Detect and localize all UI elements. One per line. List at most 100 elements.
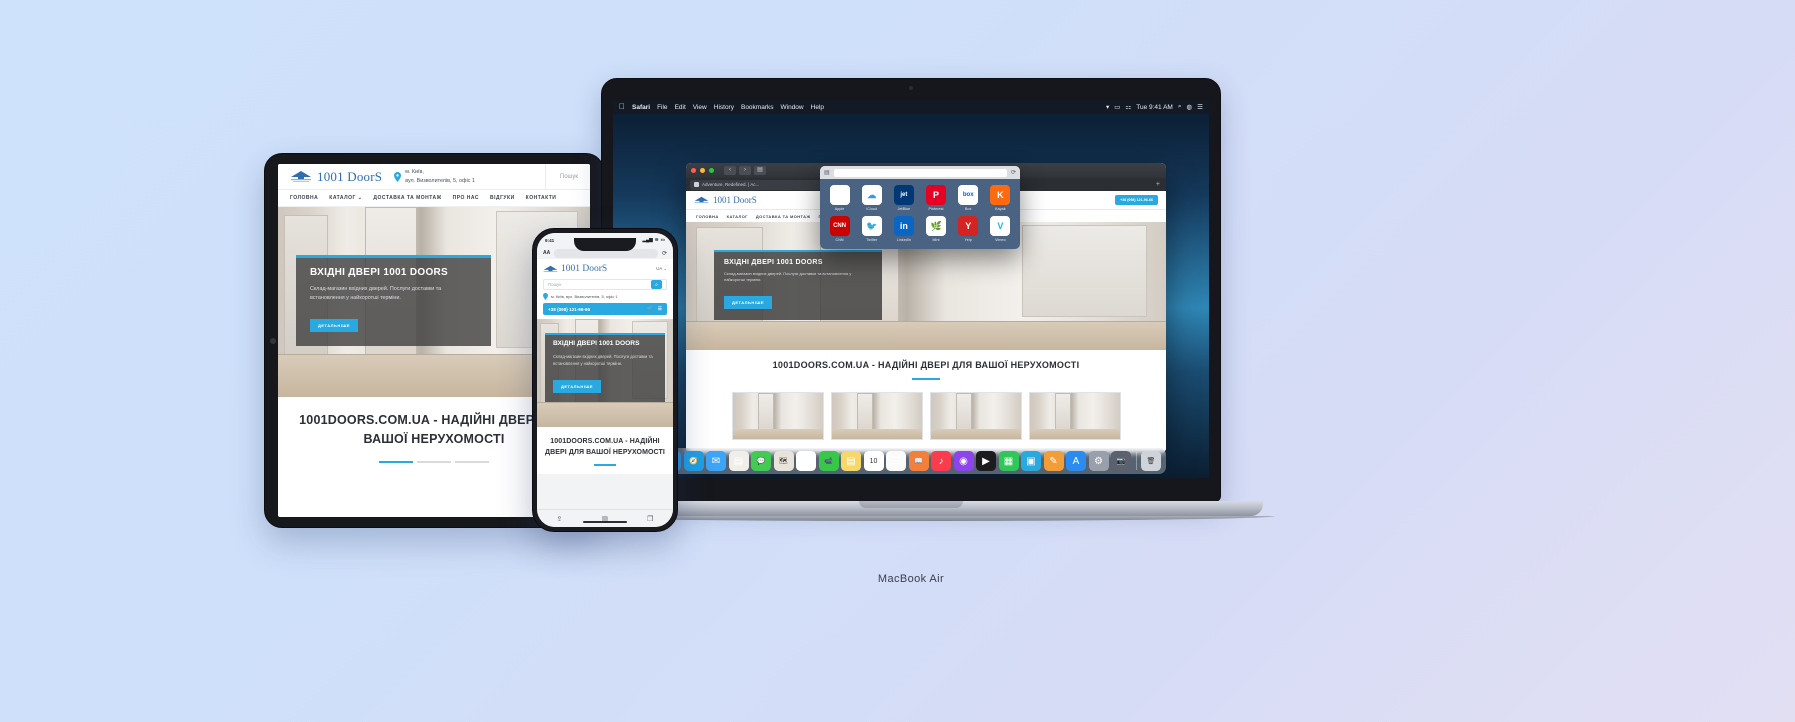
favorite-item[interactable]: K Kayak: [986, 185, 1015, 211]
hamburger-menu-icon[interactable]: ☰: [658, 306, 662, 312]
dock-icon-music[interactable]: ♪: [931, 451, 951, 471]
tablet-search-input[interactable]: Пошук: [544, 164, 578, 189]
phone-logo[interactable]: 1001 DoorS: [543, 264, 607, 274]
tablet-nav-item[interactable]: ДОСТАВКА ТА МОНТАЖ: [373, 195, 441, 201]
address-input[interactable]: [833, 168, 1007, 177]
carousel-dot[interactable]: [417, 460, 451, 463]
product-card[interactable]: [731, 392, 824, 441]
menu-item-bookmarks[interactable]: Bookmarks: [741, 104, 774, 111]
macos-dock: ☺🧭✉▤💬🗺❀📹▤10☰📖♪◉▶▦▣✎A⚙📷🗑: [656, 448, 1166, 474]
product-card[interactable]: [830, 392, 923, 441]
tablet-nav-item[interactable]: КОНТАКТИ: [526, 195, 557, 201]
mac-nav-item[interactable]: КАТАЛОГ: [727, 214, 748, 219]
phone-lang-selector[interactable]: UA ⌄: [656, 266, 667, 272]
favorite-item[interactable]: P Pinterest: [921, 185, 950, 211]
dock-icon-calendar[interactable]: 10: [863, 451, 884, 471]
favorite-item[interactable]: CNN CNN: [825, 216, 854, 242]
dock-icon-books[interactable]: 📖: [908, 451, 929, 471]
menu-item-edit[interactable]: Edit: [675, 104, 686, 111]
wifi-icon[interactable]: ▾: [1106, 103, 1109, 111]
favorite-item[interactable]: box Box: [954, 185, 983, 211]
phone-number-button[interactable]: +38 (098) 121-96-66: [548, 307, 590, 312]
dock-icon-tv[interactable]: ▶: [976, 451, 996, 471]
menu-item-window[interactable]: Window: [781, 104, 804, 111]
mac-nav-item[interactable]: ДОСТАВКА ТА МОНТАЖ: [756, 214, 811, 219]
menu-item-view[interactable]: View: [693, 104, 707, 111]
dock-icon-reminders[interactable]: ☰: [886, 451, 906, 471]
tablet-nav-item[interactable]: КАТАЛОГ ⌄: [329, 195, 362, 201]
favorite-item[interactable]: Y Yelp: [954, 216, 983, 242]
chevron-down-icon: ⌄: [357, 195, 363, 201]
battery-icon[interactable]: ▭: [1114, 103, 1120, 111]
safari-tab[interactable]: Adventure, Redefined. | Ac...: [690, 179, 820, 190]
forward-arrow-icon[interactable]: ›: [739, 166, 751, 175]
tablet-hero-button[interactable]: ДЕТАЛЬНІШЕ: [310, 318, 359, 332]
dock-icon-maps[interactable]: 🗺: [773, 451, 794, 471]
dock-icon-screenshot[interactable]: 📷: [1111, 451, 1131, 471]
dock-icon-trash[interactable]: 🗑: [1141, 451, 1161, 471]
dock-icon-numbers[interactable]: ▦: [998, 451, 1019, 471]
dock-icon-system-preferences[interactable]: ⚙: [1088, 451, 1109, 471]
dock-icon-photos[interactable]: ❀: [796, 451, 816, 471]
product-card[interactable]: [929, 392, 1022, 441]
dock-icon-messages[interactable]: 💬: [751, 451, 771, 471]
phone-search-input[interactable]: Пошук ⌕: [543, 279, 667, 290]
close-button[interactable]: [691, 168, 696, 173]
phone-hero-button[interactable]: ДЕТАЛЬНІШЕ: [553, 379, 602, 393]
favorites-address-bar: ▤ ⟳: [820, 166, 1020, 179]
carousel-dot[interactable]: [455, 460, 489, 463]
dock-icon-podcasts[interactable]: ◉: [953, 451, 974, 471]
refresh-icon[interactable]: ⟳: [1011, 169, 1016, 176]
dock-icon-contacts[interactable]: ▤: [728, 451, 749, 471]
dock-icon-keynote[interactable]: ▣: [1021, 451, 1041, 471]
tablet-nav-item[interactable]: ВІДГУКИ: [490, 195, 515, 201]
reload-icon[interactable]: ⟳: [662, 250, 667, 257]
phone-clock: 9:41: [545, 237, 555, 243]
zoom-button[interactable]: [709, 168, 714, 173]
sidebar-icon[interactable]: ▤: [754, 166, 766, 175]
favorite-item[interactable]: ☁ iCloud: [857, 185, 886, 211]
menubar-clock[interactable]: Tue 9:41 AM: [1136, 104, 1173, 111]
search-icon[interactable]: ⌕: [651, 280, 662, 289]
sidebar-icon[interactable]: ▤: [824, 169, 830, 176]
spotlight-search-icon[interactable]: ⌕: [1178, 103, 1182, 111]
plus-icon[interactable]: +: [1156, 181, 1162, 188]
mac-site-phone-button[interactable]: +38 (098) 121-96-66: [1115, 195, 1158, 205]
favorite-tile-icon: jet: [893, 185, 914, 205]
tablet-logo[interactable]: 1001 DoorS: [290, 169, 382, 185]
tablet-nav-item[interactable]: ПРО НАС: [453, 195, 479, 201]
menu-item-help[interactable]: Help: [811, 104, 824, 111]
dock-icon-pages[interactable]: ✎: [1043, 451, 1064, 471]
menu-item-file[interactable]: File: [657, 104, 667, 111]
dock-icon-safari[interactable]: 🧭: [683, 451, 704, 471]
tabs-icon[interactable]: ❐: [647, 515, 653, 523]
dock-icon-app-store[interactable]: A: [1066, 451, 1086, 471]
minimize-button[interactable]: [700, 168, 705, 173]
share-icon[interactable]: ⇪: [557, 515, 563, 523]
siri-icon[interactable]: ◍: [1187, 103, 1193, 111]
dock-icon-mail[interactable]: ✉: [706, 451, 726, 471]
favorite-item[interactable]: 🐦 Twitter: [857, 216, 886, 242]
mac-hero-button[interactable]: ДЕТАЛЬНІШЕ: [724, 295, 773, 309]
favorite-item[interactable]: jet JetBlue: [889, 185, 918, 211]
control-center-icon[interactable]: ⚏: [1125, 103, 1131, 111]
mac-nav-item[interactable]: ГОЛОВНА: [696, 214, 719, 219]
text-size-button[interactable]: AA: [543, 250, 550, 256]
menu-list-icon[interactable]: ☰: [1197, 103, 1203, 111]
apple-logo-icon[interactable]: : [619, 103, 625, 111]
favorite-item[interactable]: V Vimeo: [986, 216, 1015, 242]
product-card[interactable]: [1028, 392, 1121, 441]
mac-site-logo[interactable]: 1001 DoorS: [694, 195, 757, 205]
tablet-camera-icon: [270, 337, 276, 344]
favorite-item[interactable]: Apple: [825, 185, 854, 211]
carousel-dot-active[interactable]: [379, 460, 413, 463]
menu-item-history[interactable]: History: [714, 104, 734, 111]
menu-item-safari[interactable]: Safari: [632, 104, 650, 111]
tablet-nav-item[interactable]: ГОЛОВНА: [290, 195, 318, 201]
back-arrow-icon[interactable]: ‹: [724, 166, 736, 175]
favorite-item[interactable]: in LinkedIn: [889, 216, 918, 242]
favorite-item[interactable]: 🌿 Mint: [921, 216, 950, 242]
dock-icon-notes[interactable]: ▤: [841, 451, 861, 471]
dock-icon-facetime[interactable]: 📹: [818, 451, 839, 471]
cart-icon[interactable]: 🛒: [647, 306, 653, 312]
